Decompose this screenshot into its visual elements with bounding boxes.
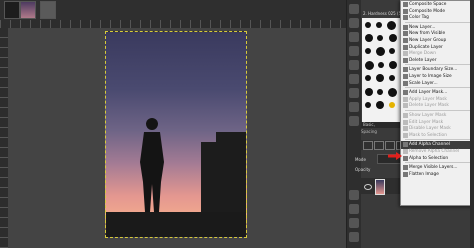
layers-context-menu: Composite Space Composite Mode Color Tag Ne… <box>400 0 474 206</box>
menu-item-icon <box>403 119 408 125</box>
mode-label: Mode <box>355 157 366 162</box>
tool-icon[interactable] <box>349 18 359 28</box>
menu-item-icon <box>403 80 408 86</box>
brush-swatch[interactable] <box>365 61 374 70</box>
tool-icon[interactable] <box>349 190 359 200</box>
brush-swatch[interactable] <box>377 89 383 95</box>
tool-icon[interactable] <box>349 74 359 84</box>
menu-item-icon <box>403 126 408 132</box>
brush-swatch[interactable] <box>387 21 396 30</box>
new-brush-icon[interactable] <box>374 141 384 150</box>
spacing-label: Spacing <box>361 129 377 134</box>
menu-separator <box>405 110 471 111</box>
menu-item-icon <box>403 96 408 102</box>
tool-icon[interactable] <box>349 4 359 14</box>
horizontal-ruler <box>0 20 346 28</box>
menu-item-icon <box>403 8 408 14</box>
brush-swatch[interactable] <box>365 88 373 96</box>
brush-swatch[interactable] <box>389 75 395 81</box>
menu-item-icon <box>403 2 408 7</box>
vertical-ruler <box>0 28 8 248</box>
menu-item-icon <box>403 67 408 73</box>
menu-item-icon <box>403 74 408 79</box>
tool-icon[interactable] <box>349 116 359 126</box>
brush-swatch[interactable] <box>389 34 397 42</box>
image-tab-thumbnail[interactable] <box>4 1 20 19</box>
menu-separator <box>405 139 471 141</box>
vertical-scrollbar[interactable] <box>470 0 474 248</box>
tool-icon[interactable] <box>349 218 359 228</box>
menu-item-icon <box>403 24 408 30</box>
brush-swatch[interactable] <box>376 74 384 82</box>
menu-item-icon <box>403 165 408 171</box>
brush-swatch[interactable] <box>377 35 383 41</box>
tool-icon[interactable] <box>349 204 359 214</box>
menu-separator <box>405 21 471 23</box>
opacity-label: Opacity <box>355 167 371 172</box>
brush-swatch[interactable] <box>365 102 371 108</box>
brush-swatch[interactable] <box>376 47 385 56</box>
menu-item-icon <box>403 113 408 118</box>
brush-swatch[interactable] <box>378 62 384 68</box>
menu-item-icon <box>403 44 408 50</box>
menu-separator <box>405 87 471 89</box>
brush-swatch[interactable] <box>365 22 371 28</box>
tool-icon[interactable] <box>349 88 359 98</box>
menu-item-icon <box>403 31 408 37</box>
brush-swatch[interactable] <box>365 34 373 42</box>
silhouette-image <box>106 118 246 237</box>
eye-icon[interactable] <box>364 184 372 190</box>
menu-item-icon <box>403 155 408 161</box>
brush-swatch[interactable] <box>365 48 371 54</box>
brush-swatch[interactable] <box>388 88 397 97</box>
image-canvas[interactable] <box>8 28 346 248</box>
brush-swatch[interactable] <box>365 75 371 81</box>
tool-icon[interactable] <box>349 32 359 42</box>
brush-swatch[interactable] <box>389 48 395 54</box>
tool-icon[interactable] <box>349 102 359 112</box>
brush-swatch[interactable] <box>389 61 397 69</box>
tool-icon[interactable] <box>349 232 359 242</box>
menu-item-label: Flatten Image <box>409 171 439 177</box>
menu-item-icon <box>403 103 408 109</box>
menu-item-icon <box>403 51 408 57</box>
gimp-window: 2. Hardness 025 (51 x 51) Basic, Spacing… <box>0 0 474 248</box>
tool-icon[interactable] <box>349 60 359 70</box>
menu-item-icon <box>403 149 408 154</box>
menu-separator <box>405 64 471 66</box>
layer-thumbnail <box>375 179 385 195</box>
brush-swatch[interactable] <box>376 101 384 109</box>
menu-separator <box>405 162 471 164</box>
brush-swatch-selected[interactable] <box>389 102 395 108</box>
tool-icon[interactable] <box>349 46 359 56</box>
menu-item-icon <box>403 142 408 148</box>
menu-item-icon <box>403 171 408 177</box>
menu-item[interactable]: Flatten Image <box>401 171 474 179</box>
dock-tool-strip <box>347 0 361 248</box>
menu-item-icon <box>403 38 408 43</box>
duplicate-brush-icon[interactable] <box>385 141 395 150</box>
image-tab-thumbnail-photo[interactable] <box>20 1 36 19</box>
edit-brush-icon[interactable] <box>363 141 373 150</box>
image-tab-thumbnail[interactable] <box>40 1 56 19</box>
menu-item-icon <box>403 90 408 96</box>
brush-swatch[interactable] <box>376 22 382 28</box>
red-arrow-icon <box>388 152 402 160</box>
image-tabs-bar <box>0 0 346 20</box>
menu-item-icon <box>403 57 408 63</box>
menu-item-icon <box>403 132 408 138</box>
photo-layer[interactable] <box>105 31 247 238</box>
menu-item-icon <box>403 15 408 21</box>
